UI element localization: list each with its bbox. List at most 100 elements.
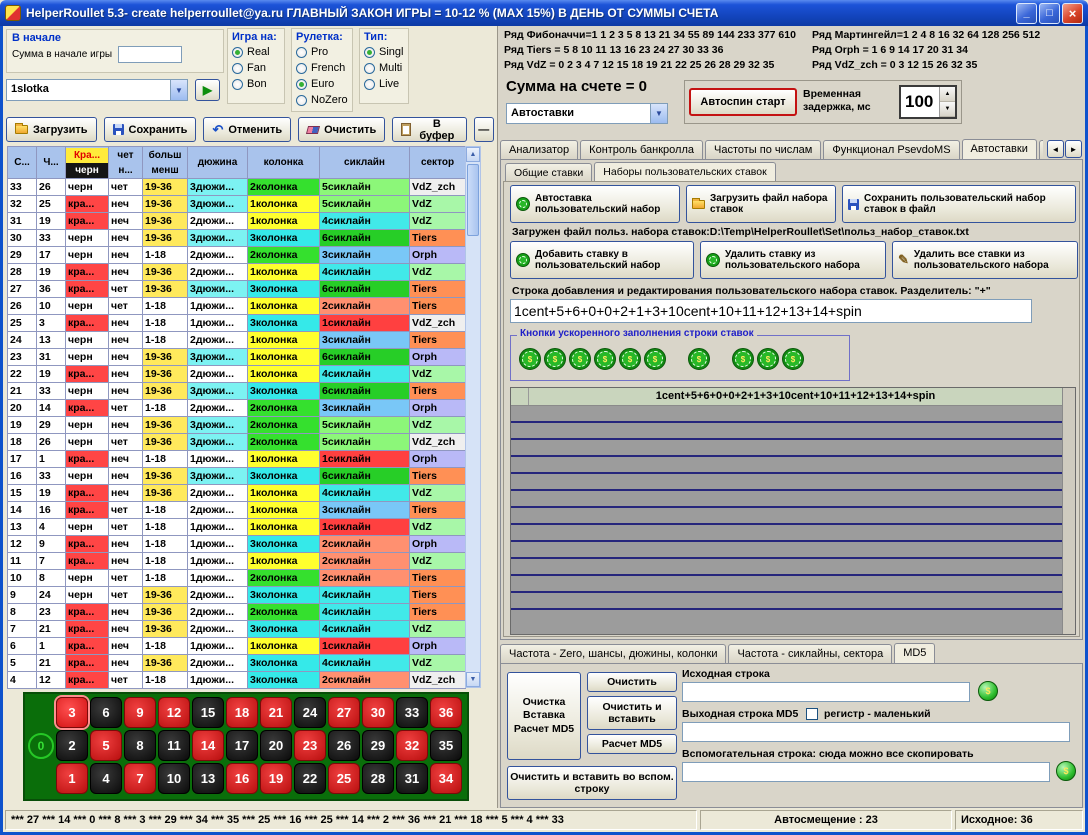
roulette-number-25[interactable]: 25 [328,763,360,794]
bottom-tab-1[interactable]: Частота - сиклайны, сектора [728,644,892,663]
roulette-number-22[interactable]: 22 [294,763,326,794]
bet-chip-button[interactable]: $ [644,348,666,370]
md5-calc-button[interactable]: Расчет MD5 [587,734,677,754]
roulette-number-33[interactable]: 33 [396,697,428,728]
history-header-cell[interactable]: Кра...черн [66,147,109,179]
bet-string-input[interactable] [510,299,1032,323]
bet-list-row[interactable] [511,457,1062,474]
save-button[interactable]: Сохранить [104,117,197,142]
bet-list-row[interactable] [511,576,1062,593]
roulette-number-32[interactable]: 32 [396,730,428,761]
delay-spin-up-button[interactable]: ▲ [940,87,955,102]
history-row[interactable]: 3326чернчет19-363дюжи...2колонка5сиклайн… [8,179,466,196]
roulette-number-27[interactable]: 27 [328,697,360,728]
history-header-cell[interactable]: колонка [248,147,320,179]
radio-fan[interactable]: Fan [232,60,280,76]
play-button[interactable]: ▶ [195,79,220,101]
remove-bet-button[interactable]: Удалить ставку из пользовательского набо… [700,241,886,279]
roulette-number-2[interactable]: 2 [56,730,88,761]
main-tab-1[interactable]: Контроль банкролла [580,140,703,159]
autospin-start-button[interactable]: Автоспин старт [689,88,797,116]
history-row[interactable]: 3225кра...неч19-363дюжи...1колонка5сикла… [8,196,466,213]
roulette-number-4[interactable]: 4 [90,763,122,794]
roulette-number-30[interactable]: 30 [362,697,394,728]
bet-chip-button[interactable]: $ [544,348,566,370]
title-bar[interactable]: HelperRoullet 5.3- create helperroullet@… [0,0,1088,26]
lowercase-checkbox[interactable] [806,708,818,720]
output-string-input[interactable] [682,722,1070,742]
history-row[interactable]: 412кра...чет1-181дюжи...3колонка2сиклайн… [8,672,466,689]
main-tab-2[interactable]: Частоты по числам [705,140,821,159]
main-tab-4[interactable]: Автоставки [962,139,1037,159]
bet-list-row[interactable] [511,474,1062,491]
history-row[interactable]: 117кра...неч1-181дюжи...1колонка2сиклайн… [8,553,466,570]
history-header-cell[interactable]: С... [8,147,37,179]
minimize-button[interactable]: _ [1016,3,1037,24]
roulette-number-13[interactable]: 13 [192,763,224,794]
roulette-number-23[interactable]: 23 [294,730,326,761]
roulette-number-18[interactable]: 18 [226,697,258,728]
sub-tab-0[interactable]: Общие ставки [505,163,592,182]
clear-button[interactable]: Очистить [298,117,385,142]
roulette-number-31[interactable]: 31 [396,763,428,794]
chevron-down-icon[interactable]: ▼ [650,104,667,123]
history-row[interactable]: 1416кра...чет1-182дюжи...1колонка3сиклай… [8,502,466,519]
bet-chip-button[interactable]: $ [619,348,641,370]
history-row[interactable]: 924чернчет19-362дюжи...3колонка4сиклайнT… [8,587,466,604]
chevron-down-icon[interactable]: ▼ [170,80,187,100]
radio-live[interactable]: Live [364,76,404,92]
radio-nozero[interactable]: NoZero [296,92,348,108]
radio-real[interactable]: Real [232,44,280,60]
roulette-number-34[interactable]: 34 [430,763,462,794]
roulette-number-36[interactable]: 36 [430,697,462,728]
to-buffer-button[interactable]: В буфер [392,117,466,142]
maximize-button[interactable]: □ [1039,3,1060,24]
roulette-number-14[interactable]: 14 [192,730,224,761]
source-string-input[interactable] [682,682,970,702]
md5-clear-paste-helper-button[interactable]: Очистить и вставить во вспом. строку [507,766,677,800]
roulette-number-1[interactable]: 1 [56,763,88,794]
roulette-number-11[interactable]: 11 [158,730,190,761]
bet-list-row[interactable] [511,593,1062,610]
roulette-number-26[interactable]: 26 [328,730,360,761]
roulette-number-35[interactable]: 35 [430,730,462,761]
roulette-number-29[interactable]: 29 [362,730,394,761]
bet-chip-button[interactable]: $ [519,348,541,370]
radio-bon[interactable]: Bon [232,76,280,92]
history-row[interactable]: 2133черннеч19-363дюжи...3колонка6сиклайн… [8,383,466,400]
md5-clear-paste-button[interactable]: Очистить и вставить [587,696,677,730]
delay-spin-down-button[interactable]: ▼ [940,102,955,117]
history-row[interactable]: 1633черннеч19-363дюжи...3колонка6сиклайн… [8,468,466,485]
roulette-number-17[interactable]: 17 [226,730,258,761]
autobets-combo[interactable]: Автоставки ▼ [506,103,668,124]
history-row[interactable]: 521кра...неч19-362дюжи...3колонка4сиклай… [8,655,466,672]
bet-list-scrollbar[interactable] [1062,388,1075,634]
tab-scroll-right-button[interactable]: ► [1065,140,1082,158]
roulette-number-7[interactable]: 7 [124,763,156,794]
bottom-tab-2[interactable]: MD5 [894,643,935,664]
scrollbar-thumb[interactable] [467,164,479,236]
history-row[interactable]: 1826чернчет19-363дюжи...2колонка5сиклайн… [8,434,466,451]
history-row[interactable]: 129кра...неч1-181дюжи...3колонка2сиклайн… [8,536,466,553]
undo-button[interactable]: ↶Отменить [203,117,291,142]
roulette-number-20[interactable]: 20 [260,730,292,761]
roulette-number-16[interactable]: 16 [226,763,258,794]
tab-scroll-left-button[interactable]: ◄ [1047,140,1064,158]
scroll-down-button[interactable]: ▼ [466,672,480,687]
strategy-combo[interactable]: 1slotka ▼ [6,79,188,101]
bet-chip-button[interactable]: $ [782,348,804,370]
bet-list-row[interactable] [511,542,1062,559]
roulette-number-5[interactable]: 5 [90,730,122,761]
radio-pro[interactable]: Pro [296,44,348,60]
save-set-file-button[interactable]: Сохранить пользовательский набор ставок … [842,185,1076,223]
history-row[interactable]: 253кра...неч1-181дюжи...3колонка1сиклайн… [8,315,466,332]
history-row[interactable]: 1519кра...неч19-362дюжи...1колонка4сикла… [8,485,466,502]
roulette-number-12[interactable]: 12 [158,697,190,728]
remove-all-bets-button[interactable]: ✎Удалить все ставки из пользовательского… [892,241,1078,279]
roulette-number-6[interactable]: 6 [90,697,122,728]
roulette-number-19[interactable]: 19 [260,763,292,794]
history-row[interactable]: 61кра...неч1-181дюжи...1колонка1сиклайнO… [8,638,466,655]
sub-tab-1[interactable]: Наборы пользовательских ставок [594,162,775,183]
history-row[interactable]: 823кра...неч19-362дюжи...2колонка4сиклай… [8,604,466,621]
main-tab-5[interactable]: MD5 [1039,140,1043,159]
